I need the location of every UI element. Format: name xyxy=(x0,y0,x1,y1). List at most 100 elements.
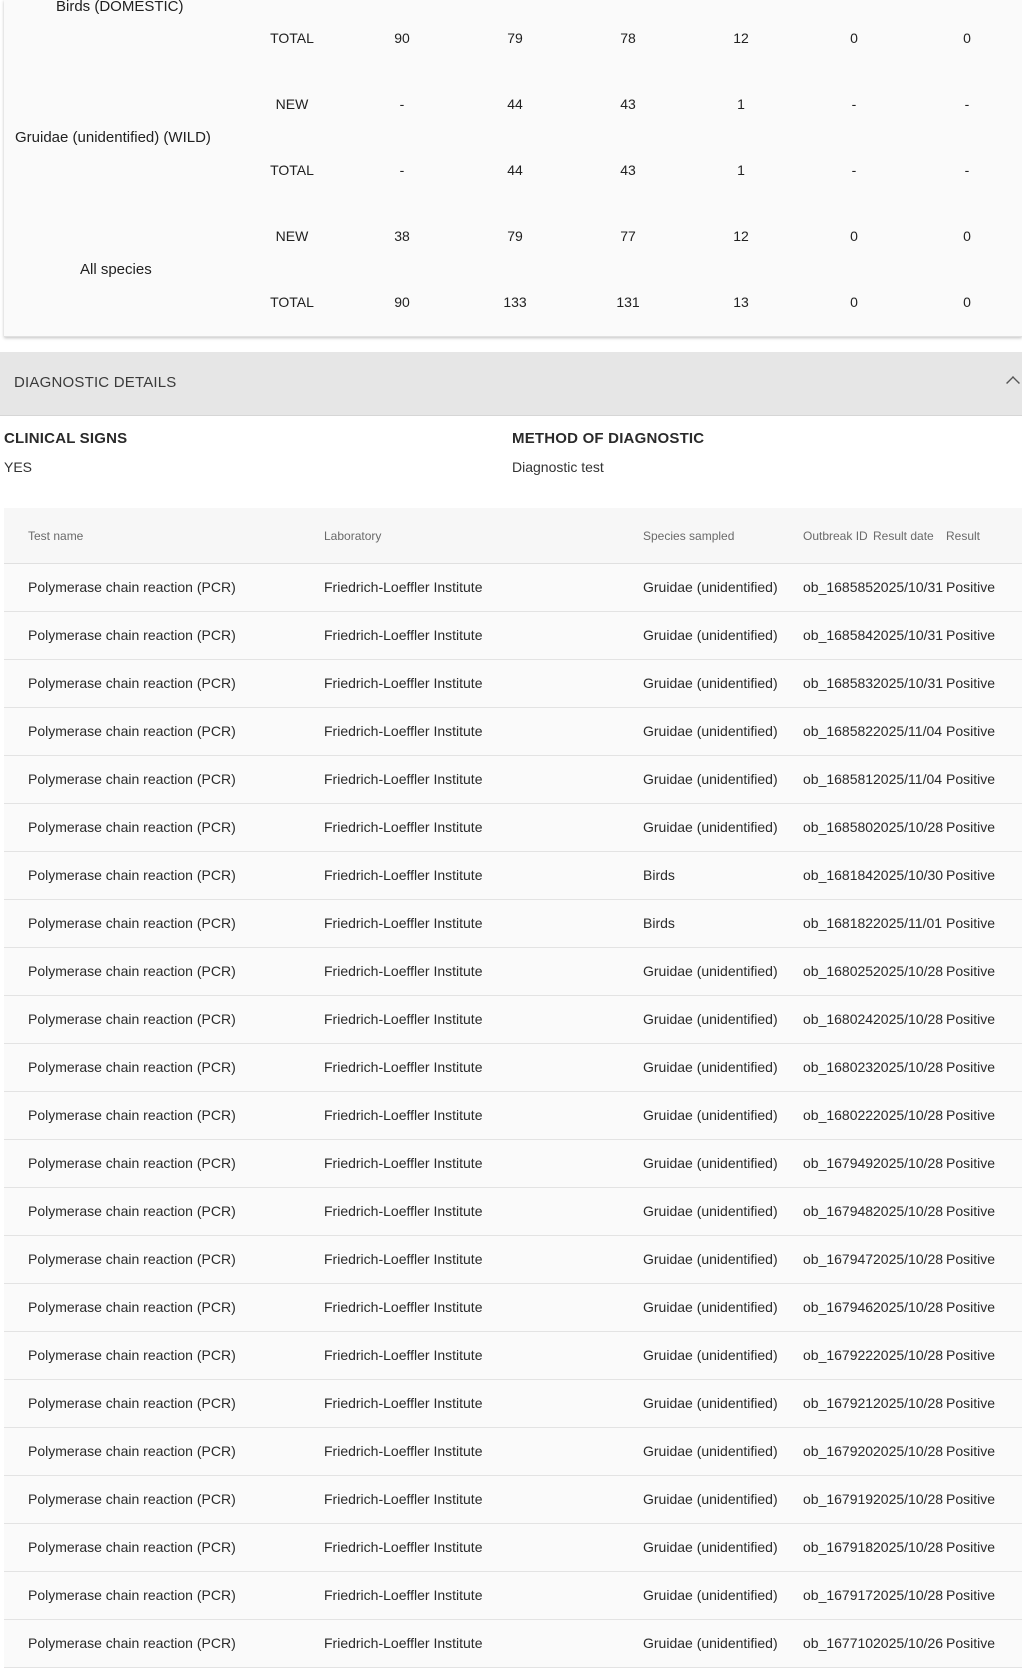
species-cell: Gruidae (unidentified) xyxy=(643,1155,778,1171)
column-header[interactable]: Result xyxy=(946,529,980,543)
species-cell: Gruidae (unidentified) xyxy=(643,1011,778,1027)
laboratory-cell: Friedrich-Loeffler Institute xyxy=(324,771,483,787)
table-row[interactable]: Polymerase chain reaction (PCR) Friedrich… xyxy=(4,1332,1022,1380)
count-cell: 131 xyxy=(616,294,640,310)
species-label: All species xyxy=(80,261,152,278)
table-row[interactable]: Polymerase chain reaction (PCR) Friedrich… xyxy=(4,1476,1022,1524)
table-header-row: Test name Laboratory Species sampled Out… xyxy=(4,508,1022,564)
table-row[interactable]: Polymerase chain reaction (PCR) Friedrich… xyxy=(4,1428,1022,1476)
count-cell: 90 xyxy=(394,294,410,310)
column-header[interactable]: Laboratory xyxy=(324,529,381,543)
row-type-label: NEW xyxy=(275,96,309,112)
clinical-signs-heading: CLINICAL SIGNS xyxy=(4,430,128,447)
outbreak-id-cell: ob_167710 xyxy=(803,1635,874,1651)
count-cell: 13 xyxy=(733,294,749,310)
result-date-cell: 2025/11/04 xyxy=(873,771,943,787)
species-cell: Birds xyxy=(643,915,675,931)
result-cell: Positive xyxy=(946,1203,996,1219)
column-header[interactable]: Test name xyxy=(28,529,83,543)
table-row[interactable]: Polymerase chain reaction (PCR) Friedrich… xyxy=(4,660,1022,708)
table-row[interactable]: Polymerase chain reaction (PCR) Friedrich… xyxy=(4,1236,1022,1284)
count-cell: - xyxy=(851,162,857,178)
column-header[interactable]: Result date xyxy=(873,529,934,543)
table-row[interactable]: Polymerase chain reaction (PCR) Friedrich… xyxy=(4,1188,1022,1236)
test-name-cell: Polymerase chain reaction (PCR) xyxy=(28,1251,236,1267)
table-row[interactable]: Polymerase chain reaction (PCR) Friedrich… xyxy=(4,1140,1022,1188)
result-cell: Positive xyxy=(946,915,996,931)
result-cell: Positive xyxy=(946,627,996,643)
table-body: Polymerase chain reaction (PCR) Friedrich… xyxy=(4,564,1022,1668)
table-row[interactable]: Polymerase chain reaction (PCR) Friedrich… xyxy=(4,564,1022,612)
table-row[interactable]: Polymerase chain reaction (PCR) Friedrich… xyxy=(4,1572,1022,1620)
table-row[interactable]: Polymerase chain reaction (PCR) Friedrich… xyxy=(4,708,1022,756)
result-date-cell: 2025/10/28 xyxy=(873,1203,944,1219)
species-cell: Gruidae (unidentified) xyxy=(643,723,778,739)
outbreak-id-cell: ob_167917 xyxy=(803,1587,874,1603)
table-row[interactable]: Polymerase chain reaction (PCR) Friedrich… xyxy=(4,1380,1022,1428)
chevron-up-icon[interactable] xyxy=(1006,376,1020,390)
species-cell: Gruidae (unidentified) xyxy=(643,1107,778,1123)
species-cell: Gruidae (unidentified) xyxy=(643,1395,778,1411)
outbreak-id-cell: ob_167920 xyxy=(803,1443,874,1459)
table-row[interactable]: Polymerase chain reaction (PCR) Friedrich… xyxy=(4,1044,1022,1092)
table-row[interactable]: Polymerase chain reaction (PCR) Friedrich… xyxy=(4,756,1022,804)
laboratory-cell: Friedrich-Loeffler Institute xyxy=(324,675,483,691)
table-row[interactable]: Polymerase chain reaction (PCR) Friedrich… xyxy=(4,900,1022,948)
laboratory-cell: Friedrich-Loeffler Institute xyxy=(324,1107,483,1123)
result-cell: Positive xyxy=(946,579,996,595)
count-cell: 12 xyxy=(733,228,749,244)
table-row[interactable]: Polymerase chain reaction (PCR) Friedrich… xyxy=(4,1092,1022,1140)
result-cell: Positive xyxy=(946,1587,996,1603)
test-name-cell: Polymerase chain reaction (PCR) xyxy=(28,1587,236,1603)
method-heading: METHOD OF DIAGNOSTIC xyxy=(512,430,705,447)
test-name-cell: Polymerase chain reaction (PCR) xyxy=(28,1443,236,1459)
column-header[interactable]: Outbreak ID xyxy=(803,529,868,543)
laboratory-cell: Friedrich-Loeffler Institute xyxy=(324,1491,483,1507)
outbreak-id-cell: ob_167947 xyxy=(803,1251,874,1267)
laboratory-cell: Friedrich-Loeffler Institute xyxy=(324,723,483,739)
test-name-cell: Polymerase chain reaction (PCR) xyxy=(28,867,236,883)
species-label: Birds (DOMESTIC) xyxy=(56,0,184,15)
diagnostic-details-header[interactable]: DIAGNOSTIC DETAILS xyxy=(0,352,1022,416)
table-row[interactable]: Polymerase chain reaction (PCR) Friedrich… xyxy=(4,852,1022,900)
count-cell: 79 xyxy=(507,228,523,244)
laboratory-cell: Friedrich-Loeffler Institute xyxy=(324,1395,483,1411)
count-cell: 0 xyxy=(850,30,858,46)
row-type-label: TOTAL xyxy=(270,30,314,46)
table-row[interactable]: Polymerase chain reaction (PCR) Friedrich… xyxy=(4,1524,1022,1572)
laboratory-cell: Friedrich-Loeffler Institute xyxy=(324,1635,483,1651)
test-name-cell: Polymerase chain reaction (PCR) xyxy=(28,1107,236,1123)
count-cell: 0 xyxy=(963,228,971,244)
outbreak-id-cell: ob_168584 xyxy=(803,627,874,643)
species-cell: Gruidae (unidentified) xyxy=(643,1491,778,1507)
species-cell: Gruidae (unidentified) xyxy=(643,819,778,835)
result-date-cell: 2025/10/26 xyxy=(873,1635,944,1651)
count-cell: 12 xyxy=(733,30,749,46)
species-cell: Gruidae (unidentified) xyxy=(643,1299,778,1315)
column-header[interactable]: Species sampled xyxy=(643,529,734,543)
outbreak-id-cell: ob_167949 xyxy=(803,1155,874,1171)
result-date-cell: 2025/10/30 xyxy=(873,867,944,883)
table-row[interactable]: Polymerase chain reaction (PCR) Friedrich… xyxy=(4,996,1022,1044)
test-name-cell: Polymerase chain reaction (PCR) xyxy=(28,579,236,595)
species-cell: Gruidae (unidentified) xyxy=(643,1635,778,1651)
laboratory-cell: Friedrich-Loeffler Institute xyxy=(324,1059,483,1075)
table-row[interactable]: Polymerase chain reaction (PCR) Friedrich… xyxy=(4,1620,1022,1668)
laboratory-cell: Friedrich-Loeffler Institute xyxy=(324,1443,483,1459)
laboratory-cell: Friedrich-Loeffler Institute xyxy=(324,1155,483,1171)
outbreak-id-cell: ob_168023 xyxy=(803,1059,874,1075)
table-row[interactable]: Polymerase chain reaction (PCR) Friedrich… xyxy=(4,948,1022,996)
species-cell: Gruidae (unidentified) xyxy=(643,1059,778,1075)
result-date-cell: 2025/11/01 xyxy=(873,915,943,931)
table-row[interactable]: Polymerase chain reaction (PCR) Friedrich… xyxy=(4,804,1022,852)
laboratory-cell: Friedrich-Loeffler Institute xyxy=(324,1539,483,1555)
result-cell: Positive xyxy=(946,1635,996,1651)
table-row[interactable]: Polymerase chain reaction (PCR) Friedrich… xyxy=(4,612,1022,660)
outbreak-id-cell: ob_168022 xyxy=(803,1107,874,1123)
result-cell: Positive xyxy=(946,1107,996,1123)
laboratory-cell: Friedrich-Loeffler Institute xyxy=(324,579,483,595)
count-cell: 90 xyxy=(394,30,410,46)
outbreak-id-cell: ob_168580 xyxy=(803,819,874,835)
test-name-cell: Polymerase chain reaction (PCR) xyxy=(28,627,236,643)
table-row[interactable]: Polymerase chain reaction (PCR) Friedrich… xyxy=(4,1284,1022,1332)
